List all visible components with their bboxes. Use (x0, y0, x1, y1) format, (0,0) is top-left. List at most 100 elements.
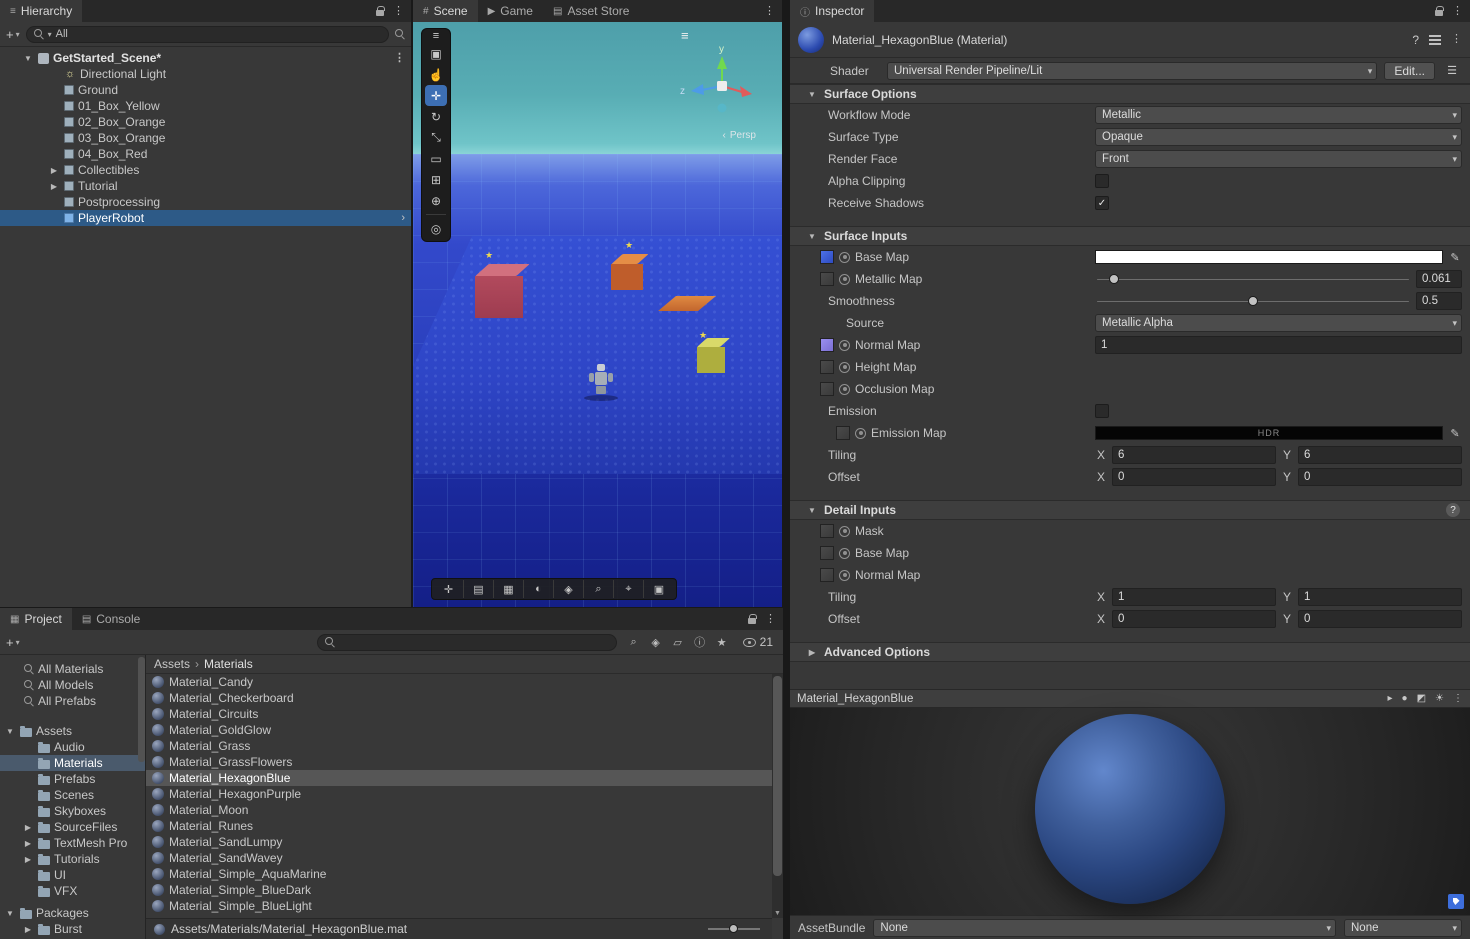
scrollbar-thumb[interactable] (773, 676, 782, 877)
folder-item[interactable]: Scenes (0, 787, 145, 803)
detail-offset-x-field[interactable]: 0 (1112, 610, 1276, 628)
info-icon[interactable]: ⓘ (689, 634, 711, 650)
thumbnail-size-slider[interactable] (708, 923, 760, 935)
section-surface-options[interactable]: Surface Options (790, 84, 1470, 104)
section-advanced-options[interactable]: Advanced Options (790, 642, 1470, 662)
shader-dropdown[interactable]: Universal Render Pipeline/Lit (887, 61, 1378, 80)
breadcrumb-current[interactable]: Materials (204, 657, 253, 671)
scene-camera-icon[interactable]: ▣ (644, 580, 674, 598)
folder-item[interactable]: VFX (0, 883, 145, 899)
presets-icon[interactable] (1429, 34, 1441, 45)
material-list-item[interactable]: Material_SandWavey (146, 850, 783, 866)
project-search-input[interactable] (316, 633, 617, 651)
folder-item[interactable]: TextMesh Pro (0, 835, 145, 851)
metallic-value-field[interactable]: 0.061 (1416, 270, 1462, 288)
object-picker-icon[interactable] (839, 339, 850, 351)
material-list-item[interactable]: Material_GoldGlow (146, 722, 783, 738)
assetbundle-dropdown[interactable]: None (873, 918, 1336, 937)
detail-tiling-y-field[interactable]: 1 (1298, 588, 1462, 606)
folder-item[interactable]: SourceFiles (0, 819, 145, 835)
object-picker-icon[interactable] (855, 427, 866, 439)
detail-base-map-texture-slot[interactable] (820, 546, 834, 560)
eyedropper-icon[interactable] (1448, 251, 1462, 264)
list-scrollbar[interactable] (772, 674, 783, 918)
material-list-item[interactable]: Material_GrassFlowers (146, 754, 783, 770)
overlay-handle-icon[interactable] (433, 31, 439, 43)
expand-arrow-icon[interactable] (4, 727, 16, 736)
lock-icon[interactable] (376, 6, 385, 16)
breadcrumb-root[interactable]: Assets (154, 657, 190, 671)
expand-arrow-icon[interactable] (48, 182, 60, 191)
folder-item[interactable]: Audio (0, 739, 145, 755)
hidden-count-toggle[interactable]: 21 (739, 635, 777, 649)
material-list-item[interactable]: Material_HexagonBlue (146, 770, 783, 786)
offset-y-field[interactable]: 0 (1298, 468, 1462, 486)
object-picker-icon[interactable] (839, 273, 850, 285)
preview-primitive-sphere-icon[interactable]: ● (1402, 693, 1408, 704)
material-list-item[interactable]: Material_Candy (146, 674, 783, 690)
material-list-item[interactable]: Material_Checkerboard (146, 690, 783, 706)
type-filter-icon[interactable]: ◈ (645, 634, 667, 650)
expand-arrow-icon[interactable] (4, 909, 16, 918)
rect-tool[interactable]: ▭ (425, 148, 447, 169)
render-face-dropdown[interactable]: Front (1095, 150, 1462, 168)
preview-kebab-icon[interactable]: ⋮ (1453, 693, 1463, 704)
kebab-menu-icon[interactable] (393, 6, 404, 17)
hierarchy-item[interactable]: 03_Box_Orange (0, 130, 411, 146)
favorite-search-item[interactable]: All Materials (0, 661, 145, 677)
scene-viewport[interactable]: y z Persp ▣ ☝ (413, 22, 782, 607)
lock-icon[interactable] (1435, 6, 1444, 16)
metallic-slider[interactable] (1095, 272, 1411, 286)
hierarchy-item[interactable]: Postprocessing (0, 194, 411, 210)
object-picker-icon[interactable] (839, 251, 850, 263)
object-picker-icon[interactable] (839, 383, 850, 395)
emission-color-hdr-field[interactable]: HDR (1095, 426, 1443, 440)
camera-preview-icon[interactable]: ▤ (464, 580, 494, 598)
material-list-item[interactable]: Material_HexagonPurple (146, 786, 783, 802)
material-list-item[interactable]: Material_Simple_BlueLight (146, 898, 783, 914)
prefab-chevron-icon[interactable] (401, 212, 405, 224)
move-overlay-icon[interactable]: ✛ (434, 580, 464, 598)
material-list-item[interactable]: Material_Simple_AquaMarine (146, 866, 783, 882)
object-picker-icon[interactable] (839, 547, 850, 559)
folder-item[interactable]: Skyboxes (0, 803, 145, 819)
detail-tiling-x-field[interactable]: 1 (1112, 588, 1276, 606)
expand-arrow-icon[interactable] (22, 823, 34, 832)
view-tool[interactable]: ▣ (425, 43, 447, 64)
base-map-texture-slot[interactable] (820, 250, 834, 264)
search-picker-icon[interactable] (395, 29, 405, 39)
create-button[interactable]: + (6, 635, 20, 650)
grid-visibility-icon[interactable]: ▦ (494, 580, 524, 598)
normal-map-texture-slot[interactable] (820, 338, 834, 352)
saved-search-icon[interactable]: ⌕ (623, 634, 645, 650)
tab-hierarchy[interactable]: ≡ Hierarchy (0, 0, 83, 22)
kebab-menu-icon[interactable] (765, 614, 776, 625)
section-detail-inputs[interactable]: Detail Inputs (790, 500, 1470, 520)
tab-console[interactable]: ▤ Console (72, 608, 150, 630)
favorite-search-item[interactable]: All Prefabs (0, 693, 145, 709)
expand-arrow-icon[interactable] (22, 839, 34, 848)
folder-item[interactable]: Tutorials (0, 851, 145, 867)
metallic-map-texture-slot[interactable] (820, 272, 834, 286)
kebab-menu-icon[interactable] (1451, 34, 1462, 45)
hierarchy-item[interactable]: 02_Box_Orange (0, 114, 411, 130)
tab-scene[interactable]: # Scene (413, 0, 478, 22)
smoothness-value-field[interactable]: 0.5 (1416, 292, 1462, 310)
detail-mask-texture-slot[interactable] (820, 524, 834, 538)
package-folder-item[interactable]: Burst (0, 921, 145, 937)
kebab-menu-icon[interactable] (764, 6, 775, 17)
material-list-item[interactable]: Material_Grass (146, 738, 783, 754)
scroll-down-icon[interactable] (772, 910, 783, 917)
move-tool[interactable]: ✛ (425, 85, 447, 106)
projection-toggle[interactable]: Persp (723, 130, 756, 141)
label-filter-icon[interactable]: ▱ (667, 634, 689, 650)
help-icon[interactable] (1412, 33, 1419, 47)
emission-map-texture-slot[interactable] (836, 426, 850, 440)
effects-icon[interactable]: ◈ (554, 580, 584, 598)
tiling-x-field[interactable]: 6 (1112, 446, 1276, 464)
receive-shadows-checkbox[interactable] (1095, 196, 1109, 210)
tab-game[interactable]: ▶ Game (478, 0, 543, 22)
shading-mode-icon[interactable]: ◐ (524, 580, 554, 598)
base-color-field[interactable] (1095, 250, 1443, 264)
expand-arrow-icon[interactable] (22, 925, 34, 934)
